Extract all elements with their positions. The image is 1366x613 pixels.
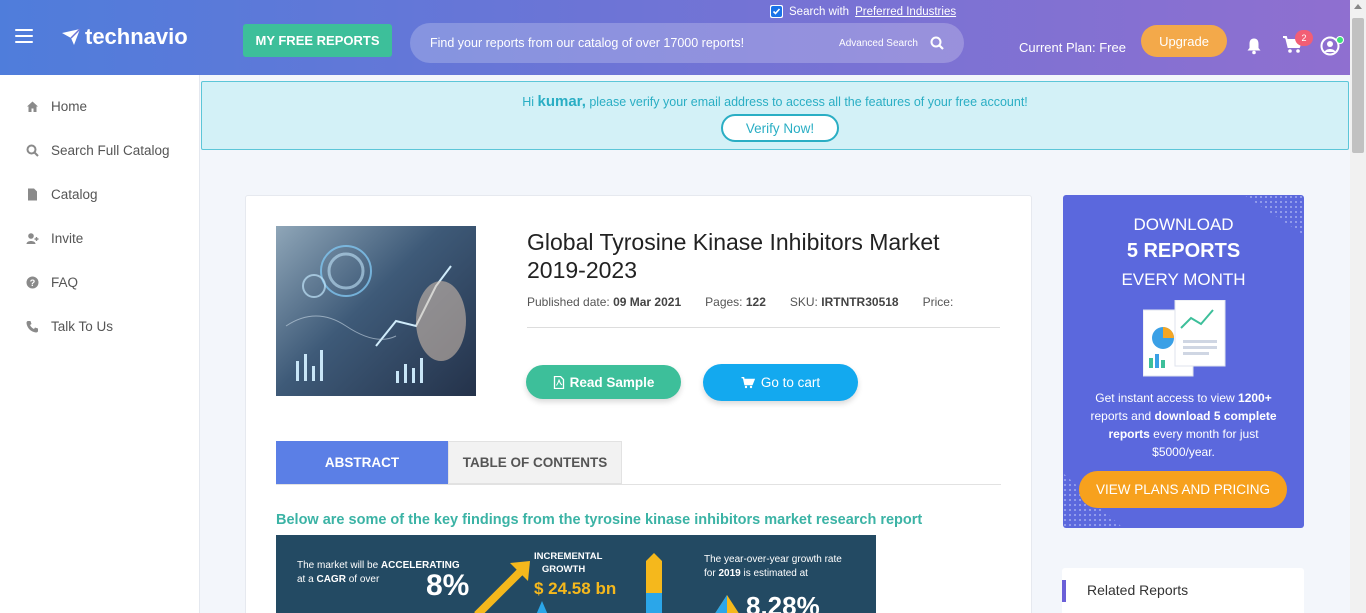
preferred-industries-toggle[interactable]: Search with Preferred Industries (770, 5, 956, 18)
sidebar-item-talk-to-us[interactable]: Talk To Us (26, 319, 113, 334)
technavio-logo[interactable]: technavio (61, 24, 188, 50)
sidebar-item-search-full-catalog[interactable]: Search Full Catalog (26, 143, 170, 158)
add-user-icon (26, 233, 39, 244)
published-date: Published date: 09 Mar 2021 (527, 295, 682, 309)
preferred-industries-link[interactable]: Preferred Industries (855, 6, 956, 18)
infographic-yoy-value: 8.28% (746, 591, 820, 613)
related-reports-title: Related Reports (1087, 582, 1189, 598)
tab-table-of-contents[interactable]: TABLE OF CONTENTS (448, 441, 622, 484)
promo-description: Get instant access to view 1200+ reports… (1090, 391, 1277, 459)
pages-count: Pages: 122 (705, 295, 766, 309)
report-title: Global Tyrosine Kinase Inhibitors Market… (527, 229, 940, 283)
question-icon: ? (26, 276, 39, 289)
sidebar-item-home[interactable]: Home (26, 99, 87, 114)
column-marker-icon (646, 553, 662, 613)
search-input[interactable]: Find your reports from our catalog of ov… (430, 36, 839, 50)
price: Price: (922, 295, 954, 309)
related-accent-bar (1062, 580, 1066, 602)
infographic-cagr-value: 8% (426, 569, 470, 602)
droplet-icon (536, 601, 548, 613)
infographic-yoy-text: The year-over-year growth rate for 2019 … (704, 554, 842, 579)
infographic-incremental-value: $ 24.58 bn (534, 579, 617, 598)
report-meta: Published date: 09 Mar 2021 Pages: 122 S… (527, 295, 977, 309)
advanced-search-link[interactable]: Advanced Search (839, 38, 918, 49)
go-to-cart-label: Go to cart (760, 375, 821, 390)
online-status-dot (1336, 36, 1344, 44)
search-icon[interactable] (930, 36, 944, 50)
document-icon (28, 188, 37, 201)
checkbox-checked-icon[interactable] (770, 5, 783, 18)
upgrade-button[interactable]: Upgrade (1141, 25, 1227, 57)
top-header: technavio MY FREE REPORTS Find your repo… (0, 0, 1350, 75)
sidebar-item-label: Home (51, 99, 88, 114)
view-plans-button[interactable]: VIEW PLANS AND PRICING (1079, 471, 1287, 508)
report-thumbnail-image (276, 226, 476, 396)
verify-message: Hi kumar, please verify your email addre… (202, 93, 1348, 110)
sidebar-item-faq[interactable]: ? FAQ (26, 275, 78, 290)
phone-icon (26, 321, 38, 333)
bell-icon[interactable] (1245, 37, 1263, 55)
pdf-file-icon (553, 375, 564, 389)
search-bar[interactable]: Find your reports from our catalog of ov… (410, 23, 964, 63)
verify-email-banner: Hi kumar, please verify your email addre… (201, 81, 1349, 150)
key-findings-infographic: The market will be ACCELERATING at a CAG… (276, 535, 876, 613)
scroll-up-arrow-icon[interactable] (1354, 4, 1362, 9)
search-icon (26, 144, 39, 157)
logo-icon (62, 28, 81, 45)
greeting: Hi (522, 95, 535, 109)
read-sample-button[interactable]: Read Sample (526, 365, 681, 399)
triangle-marker-icon (715, 595, 739, 613)
infographic-incremental-label: INCREMENTAL GROWTH (534, 551, 603, 575)
promo-line-3: EVERY MONTH (1121, 270, 1246, 289)
sidebar-item-label: Invite (51, 231, 84, 246)
key-findings-heading: Below are some of the key findings from … (276, 512, 923, 528)
divider (527, 327, 1000, 328)
sidebar-item-invite[interactable]: Invite (26, 231, 83, 246)
tab-divider (276, 484, 1001, 485)
home-icon (27, 101, 38, 112)
sidebar-item-catalog[interactable]: Catalog (26, 187, 98, 202)
sidebar-item-label: Catalog (51, 187, 98, 202)
report-documents-illustration (1143, 300, 1226, 377)
promo-line-1: DOWNLOAD (1133, 215, 1234, 234)
sidebar: Home Search Full Catalog Catalog Invite … (0, 75, 200, 613)
preferred-prefix: Search with (789, 5, 850, 18)
my-free-reports-button[interactable]: MY FREE REPORTS (243, 24, 392, 57)
menu-icon[interactable] (15, 29, 33, 43)
verify-text: please verify your email address to acce… (589, 95, 1028, 109)
logo-text: technavio (85, 24, 188, 49)
cart-icon (741, 376, 755, 388)
tab-abstract[interactable]: ABSTRACT (276, 441, 448, 484)
sidebar-item-label: FAQ (51, 275, 79, 290)
cart-count-badge: 2 (1295, 30, 1313, 46)
username: kumar, (537, 93, 586, 110)
sidebar-item-label: Search Full Catalog (51, 143, 170, 158)
current-plan-label: Current Plan: Free (1019, 40, 1126, 55)
promo-line-2: 5 REPORTS (1126, 240, 1241, 262)
go-to-cart-button[interactable]: Go to cart (703, 364, 858, 401)
svg-text:?: ? (30, 278, 36, 288)
sidebar-item-label: Talk To Us (51, 319, 114, 334)
verify-now-button[interactable]: Verify Now! (721, 114, 839, 142)
sku: SKU: IRTNTR30518 (789, 295, 899, 309)
scrollbar-thumb[interactable] (1352, 18, 1364, 153)
read-sample-label: Read Sample (569, 374, 655, 390)
